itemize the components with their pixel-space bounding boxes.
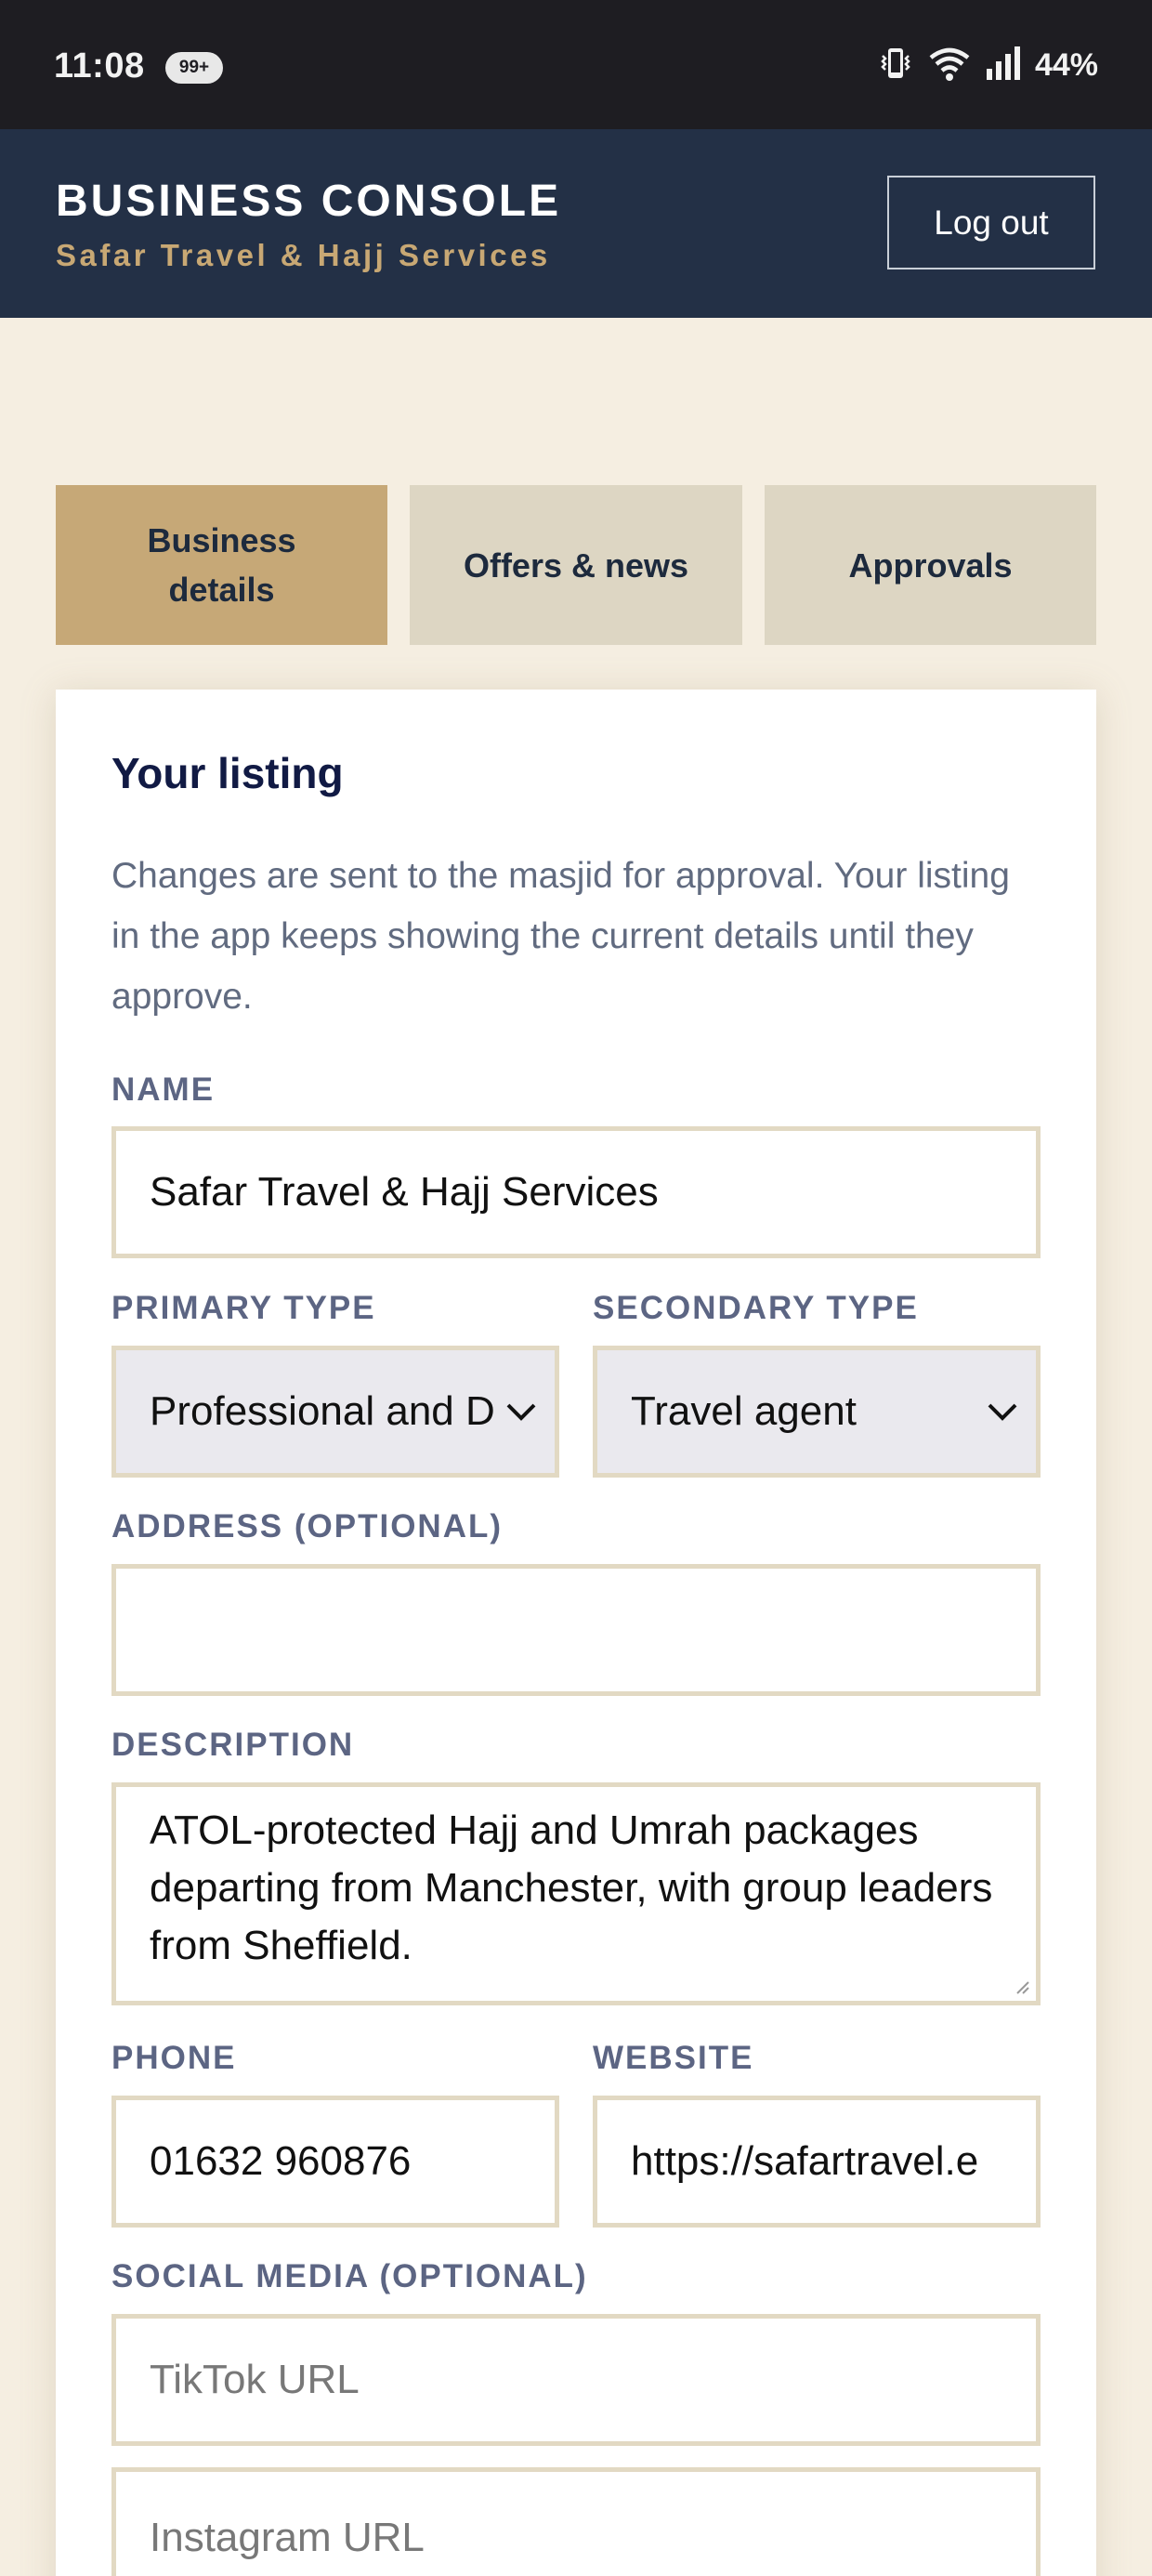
- website-value: https://safartravel.e: [631, 2138, 979, 2184]
- status-bar: 11:08 99+ 44%: [0, 0, 1152, 129]
- listing-title: Your listing: [111, 749, 344, 797]
- description-value: ATOL-protected Hajj and Umrah packages d…: [150, 1807, 993, 1968]
- primary-type-value: Professional and D: [150, 1388, 495, 1434]
- phone-label: PHONE: [111, 2040, 237, 2076]
- listing-help-text: Changes are sent to the masjid for appro…: [111, 856, 1010, 1017]
- primary-type-label: PRIMARY TYPE: [111, 1290, 376, 1326]
- app-title: BUSINESS CONSOLE: [56, 177, 562, 226]
- instagram-input[interactable]: Instagram URL: [111, 2467, 1041, 2576]
- secondary-type-label: SECONDARY TYPE: [593, 1290, 919, 1326]
- website-input[interactable]: https://safartravel.e: [593, 2096, 1041, 2228]
- chevron-down-icon: [506, 1403, 536, 1421]
- description-label: DESCRIPTION: [111, 1727, 355, 1763]
- vibrate-icon: [877, 45, 914, 86]
- status-icons: 44%: [877, 45, 1098, 86]
- tab-offers-news[interactable]: Offers & news: [410, 485, 742, 645]
- wifi-icon: [927, 45, 972, 86]
- tab-business-details[interactable]: Business details: [56, 485, 387, 645]
- tiktok-placeholder: TikTok URL: [150, 2357, 360, 2402]
- phone-value: 01632 960876: [150, 2138, 412, 2184]
- battery-percent: 44%: [1034, 47, 1098, 83]
- status-time: 11:08: [54, 46, 145, 85]
- instagram-placeholder: Instagram URL: [150, 2515, 425, 2560]
- logout-button[interactable]: Log out: [887, 176, 1095, 269]
- address-label: ADDRESS (OPTIONAL): [111, 1508, 503, 1544]
- social-media-label: SOCIAL MEDIA (OPTIONAL): [111, 2258, 588, 2294]
- phone-input[interactable]: 01632 960876: [111, 2096, 559, 2228]
- tab-label: Approvals: [848, 545, 1013, 585]
- tab-label: Offers & news: [463, 545, 689, 585]
- secondary-type-value: Travel agent: [631, 1388, 857, 1434]
- name-value: Safar Travel & Hajj Services: [150, 1169, 659, 1215]
- description-textarea[interactable]: ATOL-protected Hajj and Umrah packages d…: [111, 1782, 1041, 2005]
- primary-type-select[interactable]: Professional and D: [111, 1346, 559, 1478]
- tiktok-input[interactable]: TikTok URL: [111, 2314, 1041, 2446]
- resize-grip-icon[interactable]: [1014, 1978, 1030, 1995]
- tab-label: Business details: [147, 521, 296, 609]
- secondary-type-select[interactable]: Travel agent: [593, 1346, 1041, 1478]
- name-input[interactable]: Safar Travel & Hajj Services: [111, 1126, 1041, 1258]
- name-label: NAME: [111, 1071, 216, 1108]
- chevron-down-icon: [988, 1403, 1017, 1421]
- business-name-subtitle: Safar Travel & Hajj Services: [56, 238, 551, 272]
- signal-icon: [985, 45, 1022, 86]
- notification-badge: 99+: [165, 52, 223, 84]
- website-label: WEBSITE: [593, 2040, 754, 2076]
- app-header: BUSINESS CONSOLE Safar Travel & Hajj Ser…: [0, 129, 1152, 318]
- address-input[interactable]: [111, 1564, 1041, 1696]
- tab-approvals[interactable]: Approvals: [765, 485, 1096, 645]
